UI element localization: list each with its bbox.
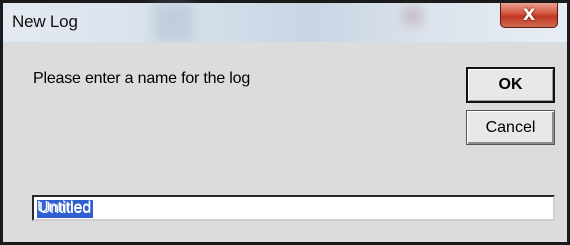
cancel-button[interactable]: Cancel xyxy=(466,110,555,145)
close-icon: X xyxy=(522,5,536,24)
prompt-label: Please enter a name for the log xyxy=(33,70,251,87)
titlebar-reflection xyxy=(153,3,193,42)
log-name-input[interactable] xyxy=(34,197,553,219)
title-bar[interactable]: New Log xyxy=(3,3,567,42)
ok-button[interactable]: OK xyxy=(466,67,555,103)
log-name-field[interactable]: Untitled xyxy=(32,195,555,221)
close-button[interactable]: X xyxy=(500,3,558,28)
window-title: New Log xyxy=(12,12,78,31)
new-log-dialog: New Log X Please enter a name for the lo… xyxy=(0,0,570,245)
titlebar-reflection xyxy=(403,7,423,25)
